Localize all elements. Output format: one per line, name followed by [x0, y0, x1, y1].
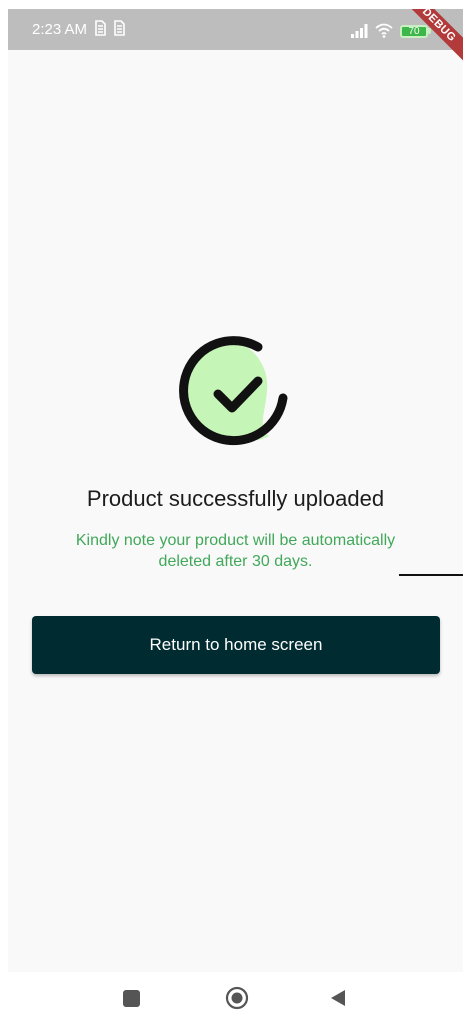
signal-icon — [351, 24, 368, 38]
deletion-notice: Kindly note your product will be automat… — [75, 532, 396, 570]
recents-icon[interactable] — [123, 990, 140, 1007]
battery-level: 70 — [408, 26, 420, 37]
sim-icon — [114, 20, 125, 36]
battery-tip — [428, 28, 431, 34]
battery-icon: 70 — [400, 25, 428, 38]
page-title: Product successfully uploaded — [86, 486, 385, 511]
check-circle-icon — [179, 336, 288, 446]
status-time: 2:23 AM — [32, 21, 88, 38]
app-screen: 2:23 AM 70 DEBUG Product successfully up… — [8, 9, 463, 1024]
navigation-bar — [8, 972, 463, 1024]
return-home-button[interactable]: Return to home screen — [32, 616, 440, 674]
status-bar: 2:23 AM 70 DEBUG — [8, 9, 463, 81]
wifi-icon — [375, 23, 393, 38]
divider-line — [399, 574, 463, 576]
home-icon[interactable] — [225, 986, 249, 1010]
debug-banner: DEBUG — [383, 9, 463, 81]
sim-icon — [95, 20, 106, 36]
back-icon[interactable] — [330, 989, 346, 1007]
